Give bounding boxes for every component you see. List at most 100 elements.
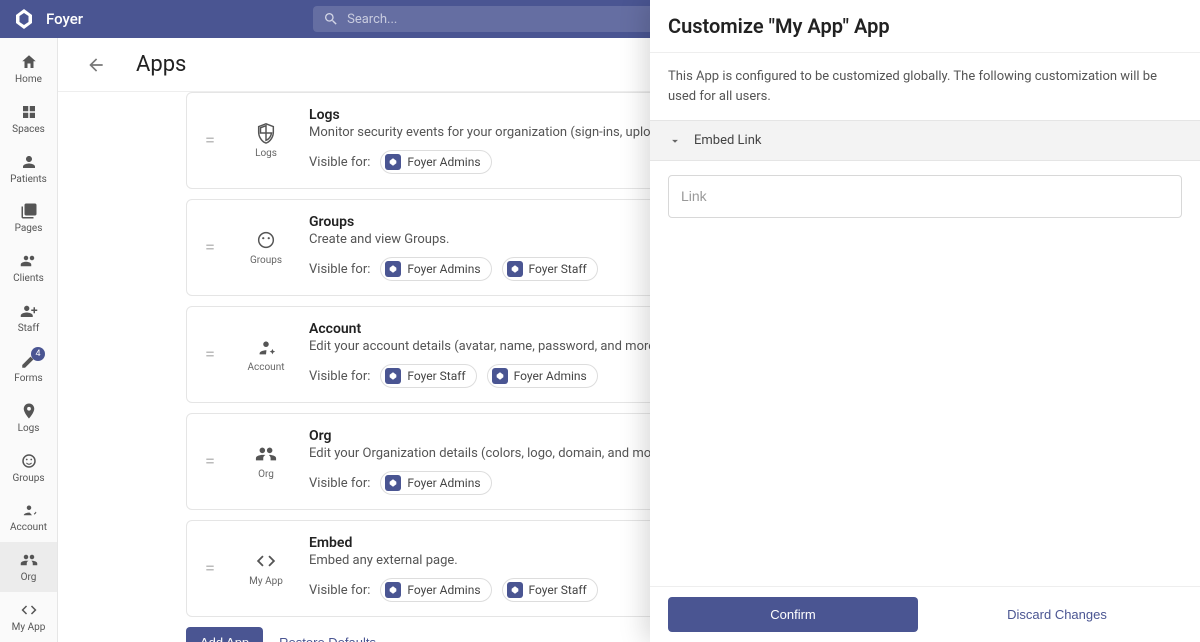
sidebar-item-home[interactable]: Home <box>0 44 57 94</box>
drag-handle-icon[interactable]: = <box>205 130 223 151</box>
link-input[interactable] <box>681 188 1169 204</box>
org-icon <box>20 551 38 569</box>
sidebar-item-label: Pages <box>15 223 43 234</box>
spaces-icon <box>20 103 38 121</box>
sidebar-item-forms[interactable]: 4 Forms <box>0 343 57 393</box>
embed-link-section: Embed Link <box>650 120 1200 232</box>
sidebar-item-pages[interactable]: Pages <box>0 193 57 243</box>
sidebar-item-label: Account <box>10 522 47 533</box>
sidebar-item-account[interactable]: Account <box>0 492 57 542</box>
sidebar-item-label: Staff <box>18 323 40 334</box>
sidebar-item-label: Forms <box>14 373 42 384</box>
discard-button[interactable]: Discard Changes <box>932 597 1182 632</box>
chip-label: Foyer Staff <box>529 583 587 597</box>
face-icon <box>255 229 277 251</box>
role-chip[interactable]: Foyer Admins <box>380 471 491 495</box>
sidebar-item-label: Org <box>21 572 37 583</box>
card-icon-label: Logs <box>255 148 277 159</box>
visible-for-label: Visible for: <box>309 583 370 598</box>
sidebar-item-groups[interactable]: Groups <box>0 443 57 493</box>
chip-label: Foyer Staff <box>529 262 587 276</box>
chip-logo-icon <box>507 582 523 598</box>
search[interactable]: Search... <box>313 6 673 32</box>
chip-label: Foyer Admins <box>407 476 480 490</box>
clients-icon <box>20 252 38 270</box>
account-icon <box>20 501 38 519</box>
logs-icon <box>20 402 38 420</box>
chip-label: Foyer Admins <box>407 155 480 169</box>
chip-logo-icon <box>492 368 508 384</box>
sidebar-item-patients[interactable]: Patients <box>0 144 57 194</box>
sidebar-item-label: Logs <box>18 423 40 434</box>
groups-icon <box>20 452 38 470</box>
people-icon <box>255 443 277 465</box>
code-icon <box>255 550 277 572</box>
visible-for-label: Visible for: <box>309 369 370 384</box>
chip-logo-icon <box>385 154 401 170</box>
role-chip[interactable]: Foyer Staff <box>502 257 598 281</box>
patients-icon <box>20 153 38 171</box>
role-chip[interactable]: Foyer Admins <box>380 257 491 281</box>
visible-for-label: Visible for: <box>309 155 370 170</box>
drag-handle-icon[interactable]: = <box>205 558 223 579</box>
role-chip[interactable]: Foyer Admins <box>380 150 491 174</box>
link-field[interactable] <box>668 175 1182 218</box>
sidebar-item-label: Patients <box>10 174 47 185</box>
account-gear-icon <box>255 336 277 358</box>
chip-logo-icon <box>385 582 401 598</box>
chip-logo-icon <box>385 368 401 384</box>
staff-icon <box>20 302 38 320</box>
card-icon-label: Account <box>247 362 284 373</box>
sidebar-item-label: Groups <box>12 473 44 484</box>
sidebar-item-logs[interactable]: Logs <box>0 393 57 443</box>
drag-handle-icon[interactable]: = <box>205 344 223 365</box>
restore-defaults-button[interactable]: Restore Defaults <box>279 635 376 642</box>
section-label: Embed Link <box>694 133 761 148</box>
sidebar-item-label: Home <box>15 74 42 85</box>
code-icon <box>20 601 38 619</box>
accordion-toggle[interactable]: Embed Link <box>650 120 1200 161</box>
chip-logo-icon <box>385 475 401 491</box>
role-chip[interactable]: Foyer Admins <box>380 578 491 602</box>
brand[interactable]: Foyer <box>12 7 83 31</box>
drag-handle-icon[interactable]: = <box>205 451 223 472</box>
sidebar: Home Spaces Patients Pages Clients Staff <box>0 38 58 642</box>
sidebar-item-clients[interactable]: Clients <box>0 243 57 293</box>
card-icon-label: My App <box>249 576 283 587</box>
visible-for-label: Visible for: <box>309 262 370 277</box>
sidebar-item-label: Clients <box>13 273 44 284</box>
add-app-button[interactable]: Add App <box>186 627 263 642</box>
sidebar-item-staff[interactable]: Staff <box>0 293 57 343</box>
panel-help-text: This App is configured to be customized … <box>650 53 1200 120</box>
sidebar-item-label: Spaces <box>12 124 45 135</box>
chip-logo-icon <box>507 261 523 277</box>
sidebar-item-label: My App <box>12 622 46 633</box>
drag-handle-icon[interactable]: = <box>205 237 223 258</box>
customize-panel: Customize "My App" App This App is confi… <box>650 0 1200 642</box>
sidebar-item-org[interactable]: Org <box>0 542 57 592</box>
chip-label: Foyer Admins <box>514 369 587 383</box>
role-chip[interactable]: Foyer Staff <box>502 578 598 602</box>
confirm-button[interactable]: Confirm <box>668 597 918 632</box>
back-button[interactable] <box>86 55 106 75</box>
chip-label: Foyer Admins <box>407 262 480 276</box>
card-icon-label: Groups <box>250 255 282 266</box>
chip-logo-icon <box>385 261 401 277</box>
shield-icon <box>255 122 277 144</box>
pages-icon <box>20 202 38 220</box>
panel-title: Customize "My App" App <box>668 14 1182 38</box>
role-chip[interactable]: Foyer Admins <box>487 364 598 388</box>
arrow-left-icon <box>86 55 106 75</box>
role-chip[interactable]: Foyer Staff <box>380 364 476 388</box>
chip-label: Foyer Admins <box>407 583 480 597</box>
chevron-down-icon <box>668 134 682 148</box>
search-icon <box>323 11 339 27</box>
card-icon-label: Org <box>258 469 274 480</box>
brand-name: Foyer <box>46 10 83 28</box>
forms-badge: 4 <box>31 347 45 361</box>
logo-icon <box>12 7 36 31</box>
visible-for-label: Visible for: <box>309 476 370 491</box>
page-title: Apps <box>136 52 186 77</box>
sidebar-item-myapp[interactable]: My App <box>0 592 57 642</box>
sidebar-item-spaces[interactable]: Spaces <box>0 94 57 144</box>
